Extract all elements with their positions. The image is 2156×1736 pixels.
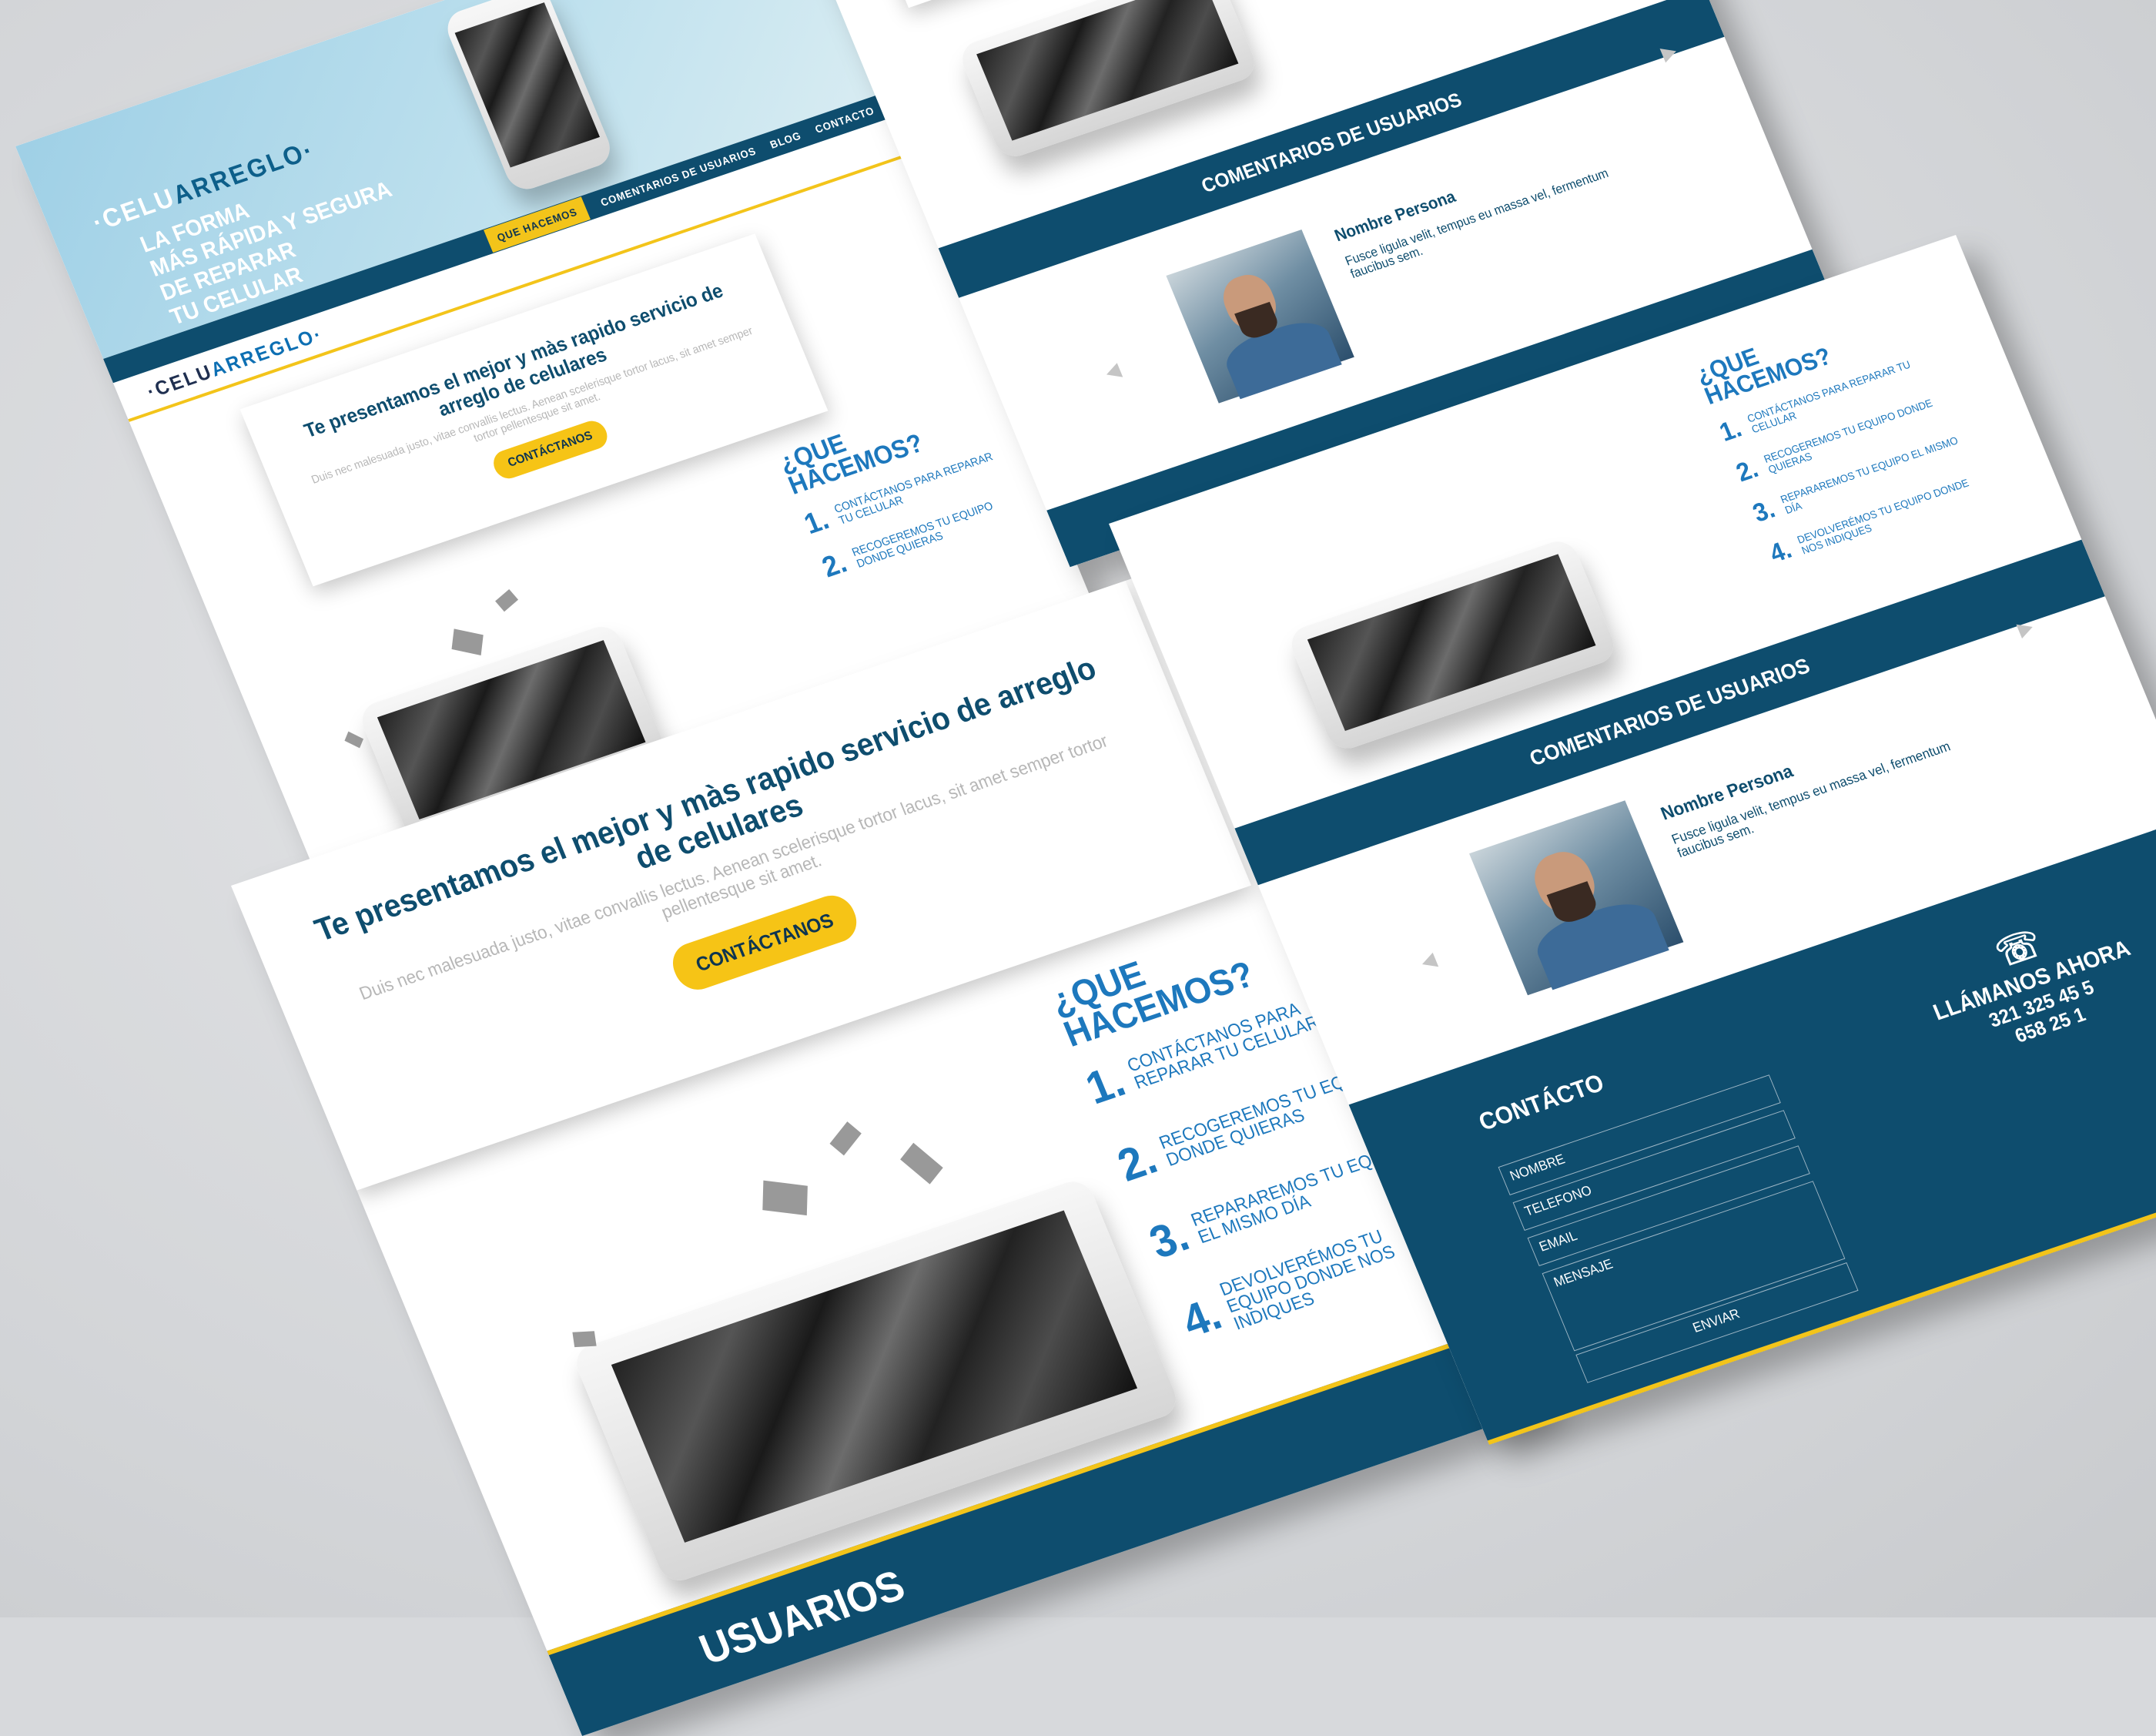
hero-phone-in-hand xyxy=(441,0,617,195)
user-avatar-d xyxy=(1469,800,1684,996)
user-avatar xyxy=(1166,230,1354,404)
prev-arrow-d[interactable]: ◀ xyxy=(1417,947,1439,974)
prev-arrow[interactable]: ◀ xyxy=(1101,358,1123,385)
nav-blog[interactable]: BLOG xyxy=(768,129,803,151)
que-hacemos-section-d: ¿QUE HACEMOS? 1. CONTÁCTANOS PARA REPARAR… xyxy=(1692,341,1970,569)
broken-phone-illustration-b xyxy=(956,0,1260,162)
